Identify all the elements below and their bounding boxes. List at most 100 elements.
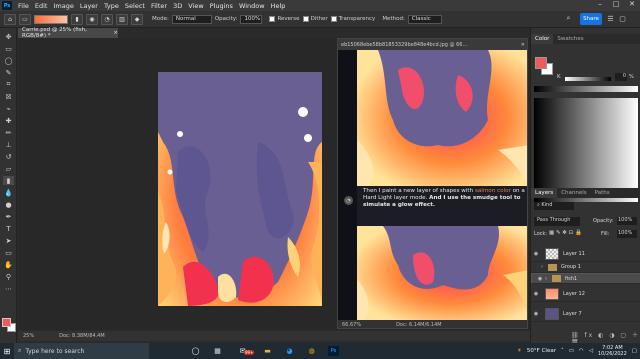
eyedropper-tool-icon[interactable]: ⌁ xyxy=(3,104,14,113)
eye-icon[interactable]: ◉ xyxy=(535,276,545,282)
reference-window-close-icon[interactable]: ✕ xyxy=(521,42,525,48)
foreground-color-swatch[interactable] xyxy=(2,318,11,327)
menu-select[interactable]: Select xyxy=(122,2,148,10)
reference-window-titlebar[interactable]: eb15068ebe58b81853329be848e4bcd.jpg @ 66… xyxy=(338,39,527,50)
fill-field[interactable]: 100% xyxy=(617,230,637,238)
windows-start-icon[interactable]: ⊞ xyxy=(0,343,14,359)
tab-paths[interactable]: Paths xyxy=(591,190,614,196)
maximize-icon[interactable]: □ xyxy=(608,0,624,11)
color-field[interactable] xyxy=(534,98,638,202)
chrome-browser-icon[interactable]: ◍ xyxy=(306,346,317,356)
photoshop-logo-icon[interactable]: Ps xyxy=(2,1,12,10)
discover-icon[interactable]: ☰ xyxy=(606,14,615,23)
gradient-tool-preset-icon[interactable]: ▭ xyxy=(19,13,31,25)
eye-icon[interactable]: ◉ xyxy=(531,291,541,297)
file-explorer-icon[interactable]: ▬ xyxy=(262,346,273,356)
transparency-checkbox[interactable] xyxy=(330,16,337,22)
blur-tool-icon[interactable]: 💧 xyxy=(3,188,14,197)
layer-row[interactable]: ◉ Layer 12 xyxy=(531,286,640,302)
layer-row[interactable]: ◉ › fish1 xyxy=(531,273,640,284)
menu-view[interactable]: View xyxy=(185,2,206,10)
close-icon[interactable]: ✕ xyxy=(624,0,640,11)
dodge-tool-icon[interactable]: ● xyxy=(3,200,14,209)
reflected-gradient-icon[interactable]: ▥ xyxy=(116,13,128,25)
k-value-field[interactable]: 0 xyxy=(615,73,627,81)
volume-icon[interactable]: ◁ xyxy=(589,348,593,354)
radial-gradient-icon[interactable]: ◉ xyxy=(86,13,98,25)
tab-layers[interactable]: Layers xyxy=(531,188,558,198)
grayscale-ramp[interactable] xyxy=(534,86,638,92)
menu-edit[interactable]: Edit xyxy=(32,2,51,10)
chevron-right-icon[interactable]: › xyxy=(545,276,547,282)
opacity-field[interactable]: 100% xyxy=(240,14,263,24)
menu-image[interactable]: Image xyxy=(50,2,76,10)
type-tool-icon[interactable]: T xyxy=(3,224,14,233)
weather-icon[interactable]: ☀ xyxy=(517,348,522,354)
transparency-option[interactable]: Transparency xyxy=(330,16,375,22)
method-select[interactable]: Classic xyxy=(407,14,442,24)
menu-plugins[interactable]: Plugins xyxy=(207,2,236,10)
color-panel-foreground-swatch[interactable] xyxy=(535,57,547,69)
menu-window[interactable]: Window xyxy=(236,2,268,10)
blend-mode-select[interactable]: Pass Through xyxy=(534,217,580,226)
menu-filter[interactable]: Filter xyxy=(148,2,170,10)
reference-image-window[interactable]: eb15068ebe58b81853329be848e4bcd.jpg @ 66… xyxy=(337,38,528,329)
mode-select[interactable]: Normal xyxy=(171,14,212,24)
quick-select-tool-icon[interactable]: ✎ xyxy=(3,68,14,77)
close-tab-icon[interactable]: × xyxy=(113,30,118,36)
menu-3d[interactable]: 3D xyxy=(170,2,185,10)
crop-tool-icon[interactable]: ⌗ xyxy=(3,80,14,89)
chevron-up-icon[interactable]: ˄ xyxy=(561,348,564,354)
clone-stamp-tool-icon[interactable]: ⊥ xyxy=(3,140,14,149)
layer-row[interactable]: ◉ Layer 7 xyxy=(531,306,640,322)
notifications-icon[interactable]: ▢ xyxy=(632,348,637,354)
move-tool-icon[interactable]: ✥ xyxy=(3,32,14,41)
document-tab[interactable]: Carrie.psd @ 25% (fish, RGB/8#) * × xyxy=(18,27,118,39)
tab-color[interactable]: Color xyxy=(531,34,554,44)
workspace-icon[interactable]: ▢ xyxy=(618,14,627,23)
artboard-tool-icon[interactable]: ▭ xyxy=(3,44,14,53)
reference-zoom[interactable]: 66.67% xyxy=(342,322,361,328)
reverse-option[interactable]: Reverse xyxy=(269,16,300,22)
reverse-checkbox[interactable] xyxy=(269,16,276,22)
path-selection-tool-icon[interactable]: ➤ xyxy=(3,236,14,245)
artwork-canvas[interactable] xyxy=(158,72,322,306)
menu-type[interactable]: Type xyxy=(101,2,122,10)
clock[interactable]: 7:02 AM 10/26/2022 xyxy=(598,345,627,357)
linear-gradient-icon[interactable]: ▮ xyxy=(71,13,83,25)
chevron-right-icon[interactable]: › xyxy=(541,264,543,270)
healing-brush-tool-icon[interactable]: ✚ xyxy=(3,116,14,125)
k-slider[interactable] xyxy=(565,77,611,81)
photoshop-taskbar-icon[interactable]: Ps xyxy=(328,346,339,356)
lock-icons[interactable]: ▦ ✎ ✥ ⊡ 🔒 xyxy=(549,230,582,236)
lasso-tool-icon[interactable]: ◯ xyxy=(3,56,14,65)
layers-opacity-field[interactable]: 100% xyxy=(617,217,637,225)
network-icon[interactable]: ▭ xyxy=(569,348,574,354)
share-button[interactable]: Share xyxy=(580,13,602,25)
layer-filter-select[interactable]: ⌕ Kind xyxy=(534,202,574,210)
widgets-icon[interactable]: ▦ xyxy=(212,346,223,356)
menu-file[interactable]: File xyxy=(15,2,32,10)
gradient-tool-icon[interactable]: ▮ xyxy=(3,176,14,185)
edge-browser-icon[interactable]: ◕ xyxy=(284,346,295,356)
tab-channels[interactable]: Channels xyxy=(557,190,590,196)
weather-text[interactable]: 50°F Clear xyxy=(527,348,556,354)
eye-icon[interactable]: ◉ xyxy=(531,251,541,257)
hand-tool-icon[interactable]: ✋ xyxy=(3,260,14,269)
gradient-preview[interactable] xyxy=(34,14,68,24)
more-tools-icon[interactable]: ⋯ xyxy=(3,284,14,293)
layer-row[interactable]: ◉ Layer 11 xyxy=(531,246,640,262)
shape-tool-icon[interactable]: ▭ xyxy=(3,248,14,257)
brush-tool-icon[interactable]: ✏ xyxy=(3,128,14,137)
angle-gradient-icon[interactable]: ◔ xyxy=(101,13,113,25)
wifi-icon[interactable]: ◠ xyxy=(579,348,584,354)
frame-tool-icon[interactable]: ☒ xyxy=(3,92,14,101)
document-zoom[interactable]: 25% xyxy=(23,333,34,339)
zoom-tool-icon[interactable]: ⚲ xyxy=(3,272,14,281)
eraser-tool-icon[interactable]: ▱ xyxy=(3,164,14,173)
tab-swatches[interactable]: Swatches xyxy=(553,36,587,42)
history-brush-tool-icon[interactable]: ↺ xyxy=(3,152,14,161)
diamond-gradient-icon[interactable]: ◆ xyxy=(131,13,143,25)
task-view-icon[interactable]: ◯ xyxy=(190,346,201,356)
taskbar-search-box[interactable]: ⌕ Type here to search xyxy=(14,343,149,359)
